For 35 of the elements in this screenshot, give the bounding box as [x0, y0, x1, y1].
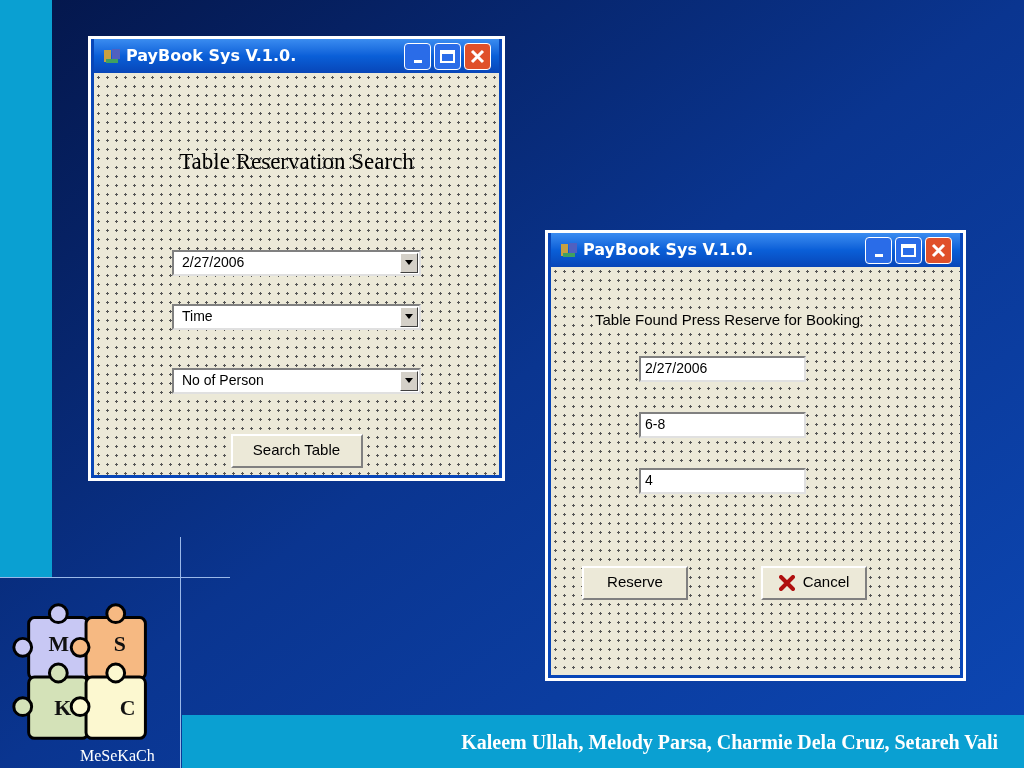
minimize-button[interactable] [404, 42, 431, 70]
maximize-button[interactable] [895, 236, 922, 264]
author-names: Kaleem Ullah, Melody Parsa, Charmie Dela Cruz, Setareh Vali [461, 729, 998, 756]
field-value: 2/27/2006 [644, 359, 709, 378]
cross-icon [778, 574, 795, 591]
push-button[interactable]: Reserve [582, 565, 688, 600]
minimize-button[interactable] [865, 236, 892, 264]
app-icon [559, 241, 579, 259]
maximize-button[interactable] [434, 42, 461, 70]
close-button[interactable] [464, 42, 491, 70]
push-button[interactable]: Search Table [230, 433, 363, 468]
close-button[interactable] [925, 236, 952, 264]
dropdown[interactable]: No of Person [172, 367, 421, 394]
field-value: 6-8 [644, 415, 667, 434]
logo-name: MeSeKaCh [80, 746, 155, 766]
close-icon [931, 242, 946, 258]
window-title: PayBook Sys V.1.0. [126, 45, 297, 67]
text-field[interactable]: 6-8 [639, 411, 806, 438]
text-field[interactable]: 4 [639, 467, 806, 494]
logo-letter: K [54, 695, 72, 720]
field-value: Time [181, 307, 214, 326]
field-value: 4 [644, 471, 654, 490]
app-icon [102, 47, 122, 65]
field-value: 2/27/2006 [181, 253, 246, 272]
logo-letter: S [113, 632, 126, 657]
window-title: PayBook Sys V.1.0. [583, 239, 754, 261]
dropdown[interactable]: Time [172, 303, 421, 330]
field-value: No of Person [181, 371, 265, 390]
logo-letter: M [48, 632, 69, 657]
dropdown[interactable]: 2/27/2006 [172, 249, 421, 276]
cancel-button[interactable]: Cancel [761, 565, 867, 600]
close-icon [470, 48, 485, 64]
text-field[interactable]: 2/27/2006 [639, 355, 806, 382]
form-heading: Table Reservation Search [179, 148, 414, 176]
logo-letter: C [119, 695, 136, 720]
